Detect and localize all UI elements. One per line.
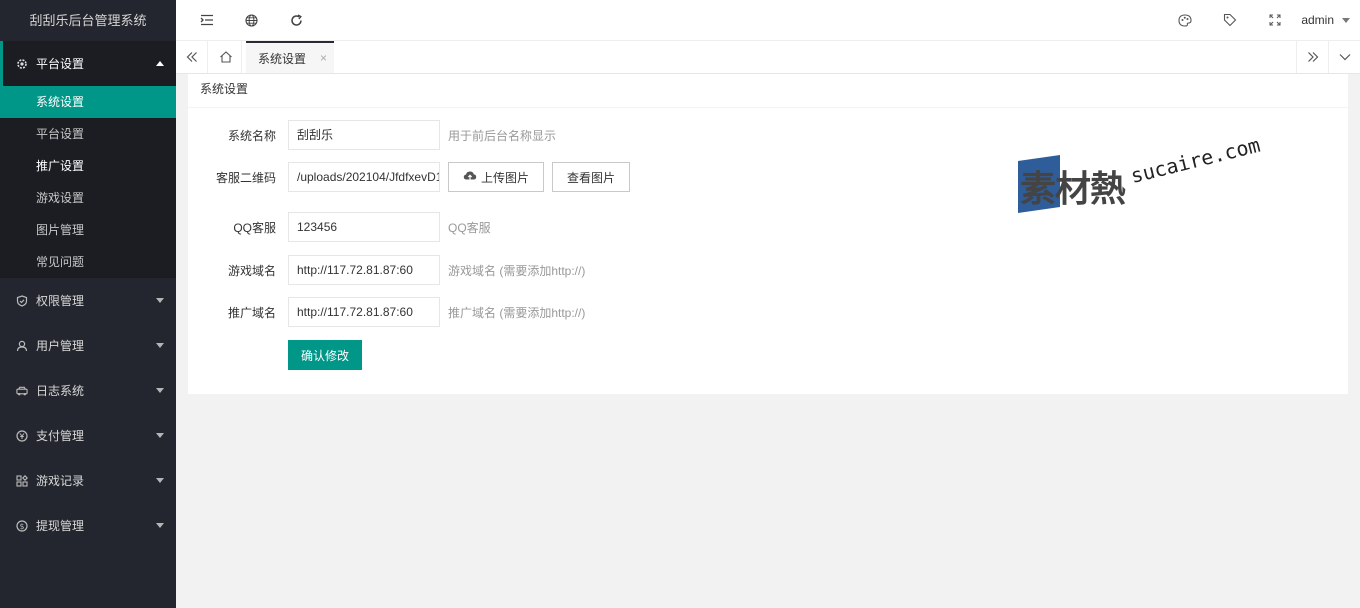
qq-input[interactable]: 123456 bbox=[288, 212, 440, 242]
log-icon bbox=[16, 385, 28, 397]
form-row-qq: QQ客服 123456 QQ客服 bbox=[188, 212, 491, 242]
field-label: 推广域名 bbox=[227, 305, 276, 320]
chevron-down-icon bbox=[156, 433, 164, 438]
tab-label: 系统设置 bbox=[258, 51, 307, 66]
promo-domain-input[interactable]: http://117.72.81.87:60 bbox=[288, 297, 440, 327]
cloud-upload-icon bbox=[463, 170, 477, 184]
chevron-up-icon bbox=[156, 61, 164, 66]
system-name-input[interactable]: 刮刮乐 bbox=[288, 120, 440, 150]
sidebar-item-system-settings[interactable]: 系统设置 bbox=[0, 86, 176, 118]
form-row-qrcode: 客服二维码 /uploads/202104/JfdfxevD1e 上传图片 查看… bbox=[188, 162, 631, 192]
chevron-down-icon bbox=[156, 298, 164, 303]
tab-system-settings[interactable]: 系统设置 × bbox=[246, 41, 334, 73]
sidebar-item-image-management[interactable]: 图片管理 bbox=[0, 214, 176, 246]
nav-label: 支付管理 bbox=[36, 429, 85, 443]
field-hint: 推广域名 (需要添加http://) bbox=[448, 305, 586, 320]
view-image-button[interactable]: 查看图片 bbox=[552, 162, 631, 192]
field-hint: 游戏域名 (需要添加http://) bbox=[448, 263, 586, 278]
scroll-right-icon[interactable] bbox=[1296, 41, 1328, 73]
nav-log-system[interactable]: 日志系统 bbox=[0, 368, 176, 413]
field-label: 系统名称 bbox=[227, 128, 276, 143]
menu-toggle-icon[interactable] bbox=[199, 12, 215, 28]
sidebar-item-game-settings[interactable]: 游戏设置 bbox=[0, 182, 176, 214]
nav-label: 游戏记录 bbox=[36, 474, 85, 488]
field-hint: QQ客服 bbox=[448, 220, 491, 235]
shield-icon bbox=[16, 294, 28, 307]
app-title: 刮刮乐后台管理系统 bbox=[0, 0, 176, 41]
form-row-promo-domain: 推广域名 http://117.72.81.87:60 推广域名 (需要添加ht… bbox=[188, 297, 585, 327]
refresh-icon[interactable] bbox=[288, 12, 304, 28]
form-row-game-domain: 游戏域名 http://117.72.81.87:60 游戏域名 (需要添加ht… bbox=[188, 255, 585, 285]
apps-icon bbox=[16, 474, 28, 487]
nav-label: 提现管理 bbox=[36, 519, 85, 533]
nav-payment-management[interactable]: 支付管理 bbox=[0, 413, 176, 458]
nav-game-records[interactable]: 游戏记录 bbox=[0, 458, 176, 503]
gear-icon bbox=[16, 58, 28, 70]
nav-user-management[interactable]: 用户管理 bbox=[0, 323, 176, 368]
nav-label: 日志系统 bbox=[36, 384, 85, 398]
username: admin bbox=[1301, 13, 1334, 27]
top-header: admin bbox=[176, 0, 1360, 41]
dollar-icon: $ bbox=[16, 519, 28, 532]
close-icon[interactable]: × bbox=[320, 51, 327, 65]
upload-label: 上传图片 bbox=[481, 170, 530, 185]
sidebar-item-faq[interactable]: 常见问题 bbox=[0, 246, 176, 278]
theme-icon[interactable] bbox=[1177, 12, 1193, 28]
upload-image-button[interactable]: 上传图片 bbox=[448, 162, 545, 192]
chevron-down-icon bbox=[156, 388, 164, 393]
settings-card: 系统设置 系统名称 刮刮乐 用于前后台名称显示 客服二维码 /uploads/2… bbox=[188, 74, 1348, 394]
field-label: QQ客服 bbox=[233, 220, 276, 235]
nav-label: 权限管理 bbox=[36, 294, 85, 308]
fullscreen-icon[interactable] bbox=[1267, 12, 1283, 28]
home-icon[interactable] bbox=[210, 41, 242, 73]
watermark-logo: 素材熱 sucaire.com bbox=[1018, 133, 1268, 220]
nav-withdraw-management[interactable]: $ 提现管理 bbox=[0, 503, 176, 548]
sidebar: 刮刮乐后台管理系统 平台设置 系统设置 平台设置 推广设置 游戏设置 图片管理 … bbox=[0, 0, 176, 608]
globe-icon[interactable] bbox=[243, 12, 259, 28]
field-label: 游戏域名 bbox=[227, 263, 276, 278]
sidebar-item-promo-settings[interactable]: 推广设置 bbox=[0, 150, 176, 182]
form-row-system-name: 系统名称 刮刮乐 用于前后台名称显示 bbox=[188, 120, 556, 150]
yen-icon bbox=[16, 429, 28, 442]
nav-permission-management[interactable]: 权限管理 bbox=[0, 278, 176, 323]
user-icon bbox=[16, 340, 28, 352]
nav-label: 平台设置 bbox=[36, 57, 85, 71]
scroll-left-icon[interactable] bbox=[176, 41, 208, 73]
tag-icon[interactable] bbox=[1222, 12, 1238, 28]
sidebar-item-platform-settings[interactable]: 平台设置 bbox=[0, 118, 176, 150]
tab-menu-icon[interactable] bbox=[1328, 41, 1360, 73]
field-hint: 用于前后台名称显示 bbox=[448, 128, 557, 143]
card-title: 系统设置 bbox=[188, 74, 1348, 108]
nav-platform-settings[interactable]: 平台设置 bbox=[0, 41, 176, 86]
chevron-down-icon bbox=[156, 478, 164, 483]
svg-text:$: $ bbox=[20, 521, 25, 530]
tabs-bar: 系统设置 × bbox=[176, 41, 1360, 74]
watermark-cn: 素材熱 bbox=[1020, 169, 1126, 210]
nav-label: 用户管理 bbox=[36, 339, 85, 353]
confirm-button[interactable]: 确认修改 bbox=[288, 340, 362, 370]
game-domain-input[interactable]: http://117.72.81.87:60 bbox=[288, 255, 440, 285]
field-label: 客服二维码 bbox=[215, 170, 276, 185]
qrcode-path-input[interactable]: /uploads/202104/JfdfxevD1e bbox=[288, 162, 440, 192]
chevron-down-icon bbox=[1342, 17, 1350, 23]
chevron-down-icon bbox=[156, 523, 164, 528]
chevron-down-icon bbox=[156, 343, 164, 348]
nav-group-platform: 平台设置 系统设置 平台设置 推广设置 游戏设置 图片管理 常见问题 bbox=[0, 41, 176, 278]
user-menu[interactable]: admin bbox=[1301, 13, 1350, 27]
submenu-platform: 系统设置 平台设置 推广设置 游戏设置 图片管理 常见问题 bbox=[0, 86, 176, 278]
